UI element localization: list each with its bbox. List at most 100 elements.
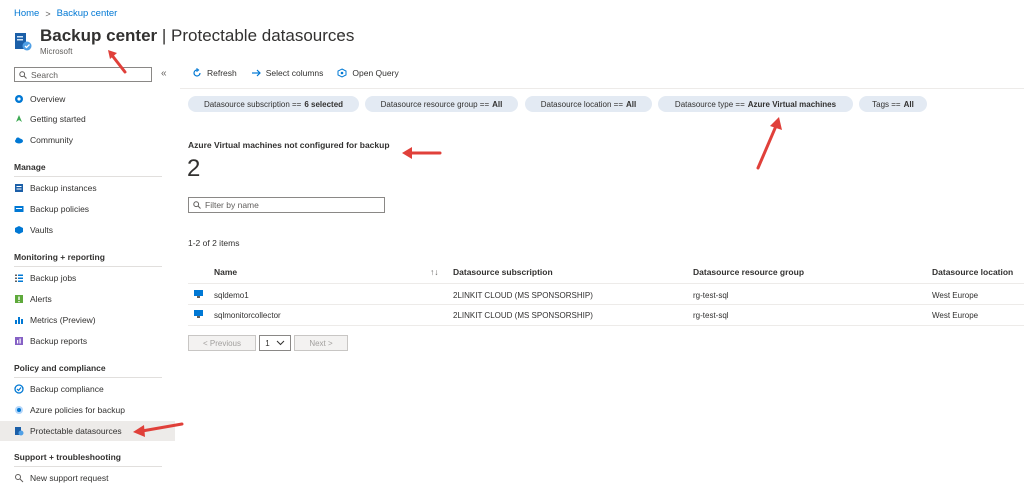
sidebar-item-backup-compliance[interactable]: Backup compliance <box>0 379 175 399</box>
breadcrumb: Home > Backup center <box>14 8 117 19</box>
sidebar-item-label: Backup jobs <box>30 273 77 283</box>
page-header: Backup center | Protectable datasources … <box>14 26 354 56</box>
filter-pill-location[interactable]: Datasource location == All <box>525 96 652 112</box>
sidebar-item-label: New support request <box>30 473 109 483</box>
filter-placeholder: Filter by name <box>205 200 259 210</box>
table-cell-resource-group: rg-test-sql <box>693 291 729 300</box>
sidebar-search-input[interactable]: Search <box>14 67 152 82</box>
breadcrumb-separator: > <box>45 8 51 19</box>
select-columns-label: Select columns <box>265 68 324 78</box>
instances-icon <box>15 184 23 192</box>
support-icon <box>15 474 24 483</box>
refresh-icon <box>193 68 201 77</box>
sidebar-item-label: Community <box>30 135 73 145</box>
table-cell-subscription: 2LINKIT CLOUD (MS SPONSORSHIP) <box>453 291 593 300</box>
sidebar-item-overview[interactable]: Overview <box>0 89 175 109</box>
sidebar-item-metrics[interactable]: Metrics (Preview) <box>0 310 175 330</box>
filter-by-name-input[interactable]: Filter by name <box>188 197 385 213</box>
sort-icon[interactable]: ↑↓ <box>430 267 439 277</box>
sidebar-item-getting-started[interactable]: Getting started <box>0 109 175 129</box>
metrics-icon <box>15 317 23 324</box>
page-select[interactable]: 1 <box>259 335 291 351</box>
column-header-subscription[interactable]: Datasource subscription <box>453 267 553 277</box>
section-divider <box>14 377 162 378</box>
column-header-resource-group[interactable]: Datasource resource group <box>693 267 804 277</box>
sidebar-item-backup-instances[interactable]: Backup instances <box>0 178 175 198</box>
filter-pill-tags[interactable]: Tags == All <box>859 96 927 112</box>
overview-icon <box>15 95 23 103</box>
column-header-location[interactable]: Datasource location <box>932 267 1013 277</box>
azure-policy-icon <box>15 406 23 414</box>
refresh-label: Refresh <box>207 68 237 78</box>
table-cell-location: West Europe <box>932 291 979 300</box>
vault-icon <box>15 226 23 234</box>
section-divider <box>14 266 162 267</box>
next-page-button[interactable]: Next > <box>294 335 348 351</box>
sidebar-item-label: Backup compliance <box>30 384 104 394</box>
sidebar-item-label: Backup reports <box>30 336 88 346</box>
search-icon <box>193 201 201 209</box>
sidebar-item-label: Protectable datasources <box>30 426 122 436</box>
command-bar: Refresh Select columns Open Query <box>192 68 399 78</box>
backup-center-logo-icon <box>14 31 32 51</box>
rocket-icon <box>16 115 22 122</box>
table-header-divider <box>188 283 1024 284</box>
breadcrumb-home[interactable]: Home <box>14 8 39 19</box>
datasource-icon <box>15 427 24 436</box>
table-cell-location: West Europe <box>932 311 979 320</box>
sidebar-item-label: Backup instances <box>30 183 97 193</box>
filter-pill-datasource-type[interactable]: Datasource type == Azure Virtual machines <box>658 96 853 112</box>
sidebar-item-label: Azure policies for backup <box>30 405 125 415</box>
search-placeholder: Search <box>31 69 58 80</box>
table-row-divider <box>188 325 1024 326</box>
sidebar-item-backup-jobs[interactable]: Backup jobs <box>0 268 175 288</box>
sidebar-item-label: Metrics (Preview) <box>30 315 96 325</box>
section-support: Support + troubleshooting <box>14 452 121 462</box>
kpi-label: Azure Virtual machines not configured fo… <box>188 140 390 150</box>
sidebar-item-label: Vaults <box>30 225 53 235</box>
alerts-icon <box>15 295 23 303</box>
jobs-icon <box>15 274 23 282</box>
annotation-arrow <box>133 422 184 437</box>
page-select-value: 1 <box>265 338 270 348</box>
section-divider <box>14 466 162 467</box>
select-columns-button[interactable]: Select columns <box>251 68 324 78</box>
section-monitoring: Monitoring + reporting <box>14 252 105 262</box>
table-cell-name[interactable]: sqldemo1 <box>214 291 249 300</box>
open-query-button[interactable]: Open Query <box>337 68 399 78</box>
open-query-label: Open Query <box>352 68 399 78</box>
table-cell-subscription: 2LINKIT CLOUD (MS SPONSORSHIP) <box>453 311 593 320</box>
previous-page-button[interactable]: < Previous <box>188 335 256 351</box>
breadcrumb-current[interactable]: Backup center <box>57 8 118 19</box>
sidebar-item-azure-policies[interactable]: Azure policies for backup <box>0 400 175 420</box>
sidebar-item-backup-reports[interactable]: Backup reports <box>0 331 175 351</box>
refresh-button[interactable]: Refresh <box>192 68 237 78</box>
items-count: 1-2 of 2 items <box>188 238 240 248</box>
sidebar-item-alerts[interactable]: Alerts <box>0 289 175 309</box>
annotation-arrow <box>402 147 442 159</box>
virtual-machine-icon <box>194 290 203 298</box>
more-options-button[interactable]: ··· <box>336 28 350 40</box>
arrow-right-icon <box>251 69 261 77</box>
sidebar-item-label: Getting started <box>30 114 86 124</box>
section-manage: Manage <box>14 162 46 172</box>
filter-pill-subscription[interactable]: Datasource subscription == 6 selected <box>188 96 359 112</box>
query-icon <box>337 68 347 78</box>
sidebar-item-new-support-request[interactable]: New support request <box>0 468 175 488</box>
collapse-sidebar-button[interactable]: « <box>161 68 167 79</box>
chevron-down-icon <box>276 340 285 346</box>
virtual-machine-icon <box>194 310 203 318</box>
command-bar-divider <box>180 88 1024 89</box>
sidebar-item-backup-policies[interactable]: Backup policies <box>0 199 175 219</box>
sidebar-item-label: Alerts <box>30 294 52 304</box>
annotation-arrow <box>108 50 127 74</box>
column-header-name[interactable]: Name <box>214 267 237 277</box>
sidebar-item-community[interactable]: Community <box>0 130 175 150</box>
table-cell-resource-group: rg-test-sql <box>693 311 729 320</box>
sidebar-item-vaults[interactable]: Vaults <box>0 220 175 240</box>
table-row-divider <box>188 304 1024 305</box>
compliance-icon <box>14 384 24 394</box>
table-cell-name[interactable]: sqlmonitorcollector <box>214 311 281 320</box>
page-subtitle: Microsoft <box>40 47 73 56</box>
filter-pill-resource-group[interactable]: Datasource resource group == All <box>365 96 518 112</box>
